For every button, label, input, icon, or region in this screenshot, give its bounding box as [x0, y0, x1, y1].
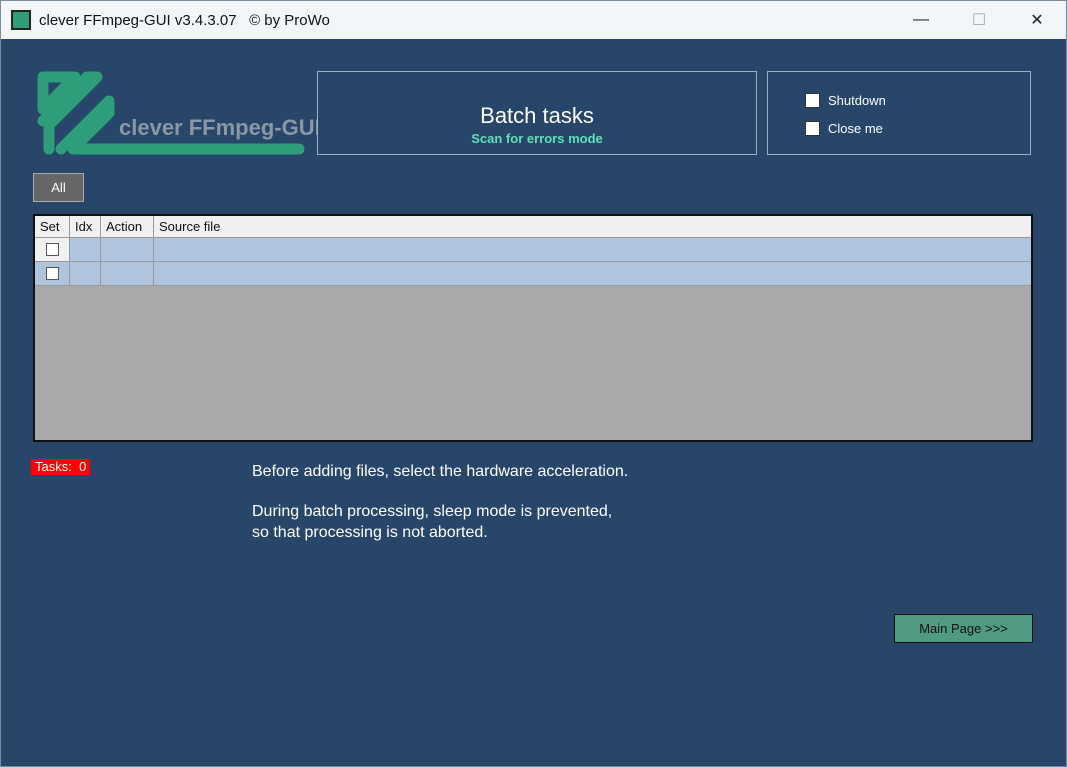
info-hardware: Before adding files, select the hardware… — [252, 463, 629, 480]
maximize-button[interactable]: ☐ — [950, 1, 1008, 39]
shutdown-checkbox[interactable]: Shutdown — [805, 93, 886, 108]
row-checkbox[interactable] — [45, 243, 59, 256]
window-title: clever FFmpeg-GUI v3.4.3.07 © by ProWo — [39, 11, 330, 29]
set-cell[interactable] — [35, 262, 70, 285]
info-sleep-line1: During batch processing, sleep mode is p… — [252, 503, 613, 520]
app-icon — [11, 10, 31, 30]
row-checkbox[interactable] — [45, 267, 59, 280]
info-sleep-line2: so that processing is not aborted. — [252, 524, 488, 541]
batch-mode: Scan for errors mode — [471, 131, 603, 146]
options-panel: Shutdown Close me — [767, 71, 1031, 155]
close-me-label: Close me — [828, 121, 883, 136]
ffmpeg-logo-icon — [37, 71, 305, 155]
minimize-button[interactable]: — — [892, 1, 950, 39]
main-page-button[interactable]: Main Page >>> — [894, 614, 1033, 643]
table-row[interactable] — [35, 262, 1031, 286]
checkbox-icon — [805, 93, 820, 108]
close-button[interactable]: ✕ — [1008, 1, 1066, 39]
logo-text: clever FFmpeg-GUI — [119, 115, 321, 140]
tasks-count-badge: Tasks: 0 — [31, 459, 91, 475]
close-me-checkbox[interactable]: Close me — [805, 121, 883, 136]
idx-cell — [70, 238, 101, 261]
checkbox-icon — [805, 121, 820, 136]
action-cell — [101, 238, 154, 261]
table-header: Set Idx Action Source file — [35, 216, 1031, 238]
tasks-table: Set Idx Action Source file — [33, 214, 1033, 442]
title-bar: clever FFmpeg-GUI v3.4.3.07 © by ProWo —… — [1, 1, 1066, 39]
idx-cell — [70, 262, 101, 285]
app-window: clever FFmpeg-GUI v3.4.3.07 © by ProWo —… — [0, 0, 1067, 767]
batch-title: Batch tasks — [480, 103, 594, 128]
shutdown-label: Shutdown — [828, 93, 886, 108]
action-cell — [101, 262, 154, 285]
batch-panel: Batch tasks Scan for errors mode — [317, 71, 757, 155]
column-source-file[interactable]: Source file — [154, 216, 1031, 237]
column-set[interactable]: Set — [35, 216, 70, 237]
column-idx[interactable]: Idx — [70, 216, 101, 237]
source-cell — [154, 262, 1031, 285]
column-action[interactable]: Action — [101, 216, 154, 237]
select-all-button[interactable]: All — [33, 173, 84, 202]
source-cell — [154, 238, 1031, 261]
table-row[interactable] — [35, 238, 1031, 262]
set-cell[interactable] — [35, 238, 70, 261]
